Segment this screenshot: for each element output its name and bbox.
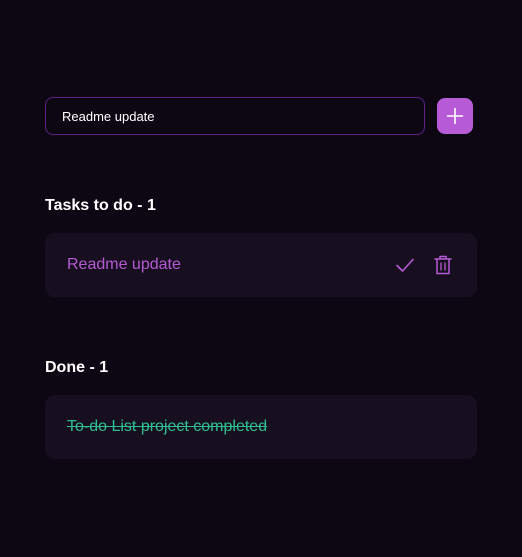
task-input-row	[45, 97, 473, 135]
trash-icon	[434, 255, 452, 275]
task-actions	[391, 251, 457, 279]
todo-task-item: Readme update	[45, 233, 477, 297]
done-task-label: To-do List project completed	[67, 418, 268, 435]
delete-task-button[interactable]	[429, 251, 457, 279]
complete-task-button[interactable]	[391, 251, 419, 279]
check-icon	[396, 258, 414, 272]
add-task-button[interactable]	[437, 98, 473, 134]
plus-icon	[446, 107, 464, 125]
done-section-title: Done - 1	[45, 359, 109, 376]
done-task-item: To-do List project completed	[45, 395, 477, 459]
todo-task-label: Readme update	[67, 256, 181, 273]
todo-section-title: Tasks to do - 1	[45, 197, 156, 214]
task-input[interactable]	[45, 97, 425, 135]
